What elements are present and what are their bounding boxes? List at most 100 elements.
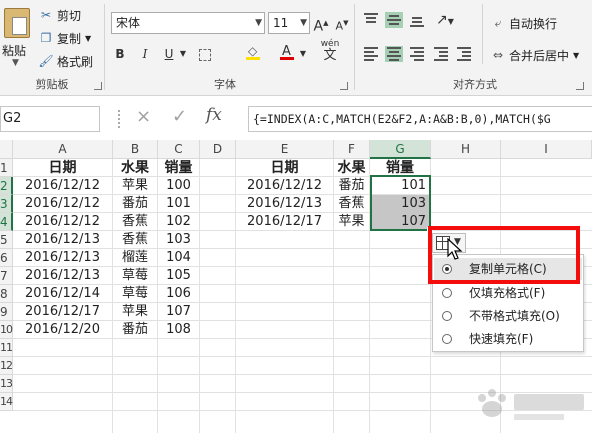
table-cell[interactable]: 2016/12/13 bbox=[13, 249, 112, 267]
column-header-d[interactable]: D bbox=[200, 140, 236, 159]
table-cell[interactable]: 2016/12/17 bbox=[13, 303, 112, 321]
table-cell[interactable]: 2016/12/12 bbox=[13, 177, 112, 195]
menu-item-flash-fill[interactable]: 快速填充(F) bbox=[434, 328, 582, 350]
format-painter-button[interactable]: 🖌 格式刷 bbox=[38, 52, 93, 70]
merge-center-button[interactable]: ⇔ 合并后居中 ▼ bbox=[490, 46, 579, 64]
row-header-3[interactable]: 3 bbox=[0, 195, 13, 213]
bold-button[interactable]: B bbox=[113, 44, 127, 64]
table-cell[interactable]: 番茄 bbox=[334, 177, 369, 195]
alignment-launcher-icon[interactable] bbox=[576, 82, 584, 90]
cancel-formula-icon[interactable]: × bbox=[136, 106, 151, 127]
column-header-b[interactable]: B bbox=[113, 140, 158, 159]
table-cell[interactable]: 香蕉 bbox=[113, 213, 157, 231]
row-header-9[interactable]: 9 bbox=[0, 303, 13, 321]
column-header-h[interactable]: H bbox=[431, 140, 501, 159]
underline-button[interactable]: U bbox=[162, 44, 176, 64]
increase-indent-icon[interactable] bbox=[455, 46, 473, 62]
table-cell[interactable]: 苹果 bbox=[113, 177, 157, 195]
table-cell[interactable]: 草莓 bbox=[113, 267, 157, 285]
table-cell[interactable]: 106 bbox=[158, 285, 199, 303]
enter-formula-icon[interactable]: ✓ bbox=[172, 106, 187, 127]
table-cell[interactable]: 108 bbox=[158, 321, 199, 339]
align-bottom-icon[interactable] bbox=[408, 12, 426, 28]
table-cell[interactable]: 榴莲 bbox=[113, 249, 157, 267]
header-cell-fruit[interactable]: 水果 bbox=[334, 159, 369, 177]
column-header-a[interactable]: A bbox=[13, 140, 113, 159]
column-header-c[interactable]: C bbox=[158, 140, 200, 159]
table-cell[interactable]: 番茄 bbox=[113, 195, 157, 213]
table-cell[interactable]: 2016/12/13 bbox=[13, 267, 112, 285]
grow-font-button[interactable]: A▲ bbox=[313, 13, 329, 35]
column-header-f[interactable]: F bbox=[334, 140, 370, 159]
header-cell-date[interactable]: 日期 bbox=[236, 159, 333, 177]
row-header-7[interactable]: 7 bbox=[0, 267, 13, 285]
menu-item-fill-without-formatting[interactable]: 不带格式填充(O) bbox=[434, 305, 582, 327]
table-cell[interactable]: 2016/12/13 bbox=[13, 231, 112, 249]
menu-item-fill-formatting-only[interactable]: 仅填充格式(F) bbox=[434, 282, 582, 304]
row-header-8[interactable]: 8 bbox=[0, 285, 13, 303]
row-header-2[interactable]: 2 bbox=[0, 177, 13, 195]
column-header-g[interactable]: G bbox=[370, 140, 431, 159]
row-header-11[interactable]: 11 bbox=[0, 339, 13, 357]
paste-button[interactable]: 粘贴 ▼ bbox=[0, 4, 34, 72]
select-all-corner[interactable] bbox=[0, 140, 13, 159]
row-header-5[interactable]: 5 bbox=[0, 231, 13, 249]
table-cell[interactable]: 草莓 bbox=[113, 285, 157, 303]
fill-color-button[interactable]: ◇ bbox=[242, 44, 264, 64]
column-header-i[interactable]: I bbox=[501, 140, 592, 159]
shrink-font-button[interactable]: A▼ bbox=[334, 13, 350, 33]
name-box[interactable]: G2 bbox=[0, 106, 100, 132]
table-cell[interactable]: 100 bbox=[158, 177, 199, 195]
borders-button[interactable] bbox=[194, 44, 216, 64]
row-header-1[interactable]: 1 bbox=[0, 159, 13, 177]
table-cell[interactable]: 苹果 bbox=[113, 303, 157, 321]
align-left-icon[interactable] bbox=[362, 46, 380, 62]
cut-button[interactable]: ✂ 剪切 bbox=[38, 6, 81, 24]
table-cell[interactable]: 2016/12/17 bbox=[236, 213, 333, 231]
header-cell-fruit[interactable]: 水果 bbox=[113, 159, 157, 177]
row-header-10[interactable]: 10 bbox=[0, 321, 13, 339]
align-top-icon[interactable] bbox=[362, 12, 380, 28]
row-header-14[interactable]: 14 bbox=[0, 393, 13, 411]
font-launcher-icon[interactable] bbox=[340, 82, 348, 90]
table-cell[interactable]: 103 bbox=[158, 231, 199, 249]
table-cell[interactable]: 2016/12/14 bbox=[13, 285, 112, 303]
row-header-4[interactable]: 4 bbox=[0, 213, 13, 231]
clipboard-launcher-icon[interactable] bbox=[94, 82, 102, 90]
header-cell-date[interactable]: 日期 bbox=[13, 159, 112, 177]
align-right-icon[interactable] bbox=[408, 46, 426, 62]
table-cell[interactable]: 香蕉 bbox=[113, 231, 157, 249]
copy-button[interactable]: ❐ 复制 ▼ bbox=[38, 29, 92, 47]
table-cell[interactable]: 2016/12/12 bbox=[236, 177, 333, 195]
row-header-6[interactable]: 6 bbox=[0, 249, 13, 267]
phonetic-button[interactable]: wén 文 bbox=[316, 38, 344, 62]
header-cell-sales[interactable]: 销量 bbox=[158, 159, 199, 177]
font-size-select[interactable]: 11 ▼ bbox=[268, 12, 310, 34]
formula-bar-grip[interactable] bbox=[118, 110, 120, 128]
chevron-down-icon[interactable]: ▼ bbox=[178, 44, 188, 64]
chevron-down-icon[interactable]: ▼ bbox=[298, 44, 308, 64]
table-cell[interactable]: 番茄 bbox=[113, 321, 157, 339]
align-middle-icon[interactable] bbox=[385, 12, 403, 28]
insert-function-button[interactable]: fx bbox=[206, 105, 222, 125]
align-center-icon[interactable] bbox=[385, 46, 403, 62]
table-cell[interactable]: 104 bbox=[158, 249, 199, 267]
table-cell[interactable]: 香蕉 bbox=[334, 195, 369, 213]
table-cell[interactable]: 101 bbox=[158, 195, 199, 213]
decrease-indent-icon[interactable] bbox=[432, 46, 450, 62]
table-cell[interactable]: 2016/12/20 bbox=[13, 321, 112, 339]
font-color-button[interactable]: A bbox=[278, 44, 296, 64]
formula-input[interactable]: {=INDEX(A:C,MATCH(E2&F2,A:A&B:B,0),MATCH… bbox=[248, 106, 592, 132]
orientation-button[interactable]: ↗▼ bbox=[434, 10, 456, 30]
table-cell[interactable]: 2016/12/12 bbox=[13, 213, 112, 231]
table-cell[interactable]: 107 bbox=[158, 303, 199, 321]
table-cell[interactable]: 苹果 bbox=[334, 213, 369, 231]
wrap-text-button[interactable]: ⤶ 自动换行 bbox=[490, 14, 557, 32]
font-name-select[interactable]: 宋体 ▼ bbox=[111, 12, 265, 34]
table-cell[interactable]: 102 bbox=[158, 213, 199, 231]
italic-button[interactable]: I bbox=[138, 44, 152, 64]
table-cell[interactable]: 105 bbox=[158, 267, 199, 285]
row-header-12[interactable]: 12 bbox=[0, 357, 13, 375]
row-header-13[interactable]: 13 bbox=[0, 375, 13, 393]
table-cell[interactable]: 2016/12/12 bbox=[13, 195, 112, 213]
